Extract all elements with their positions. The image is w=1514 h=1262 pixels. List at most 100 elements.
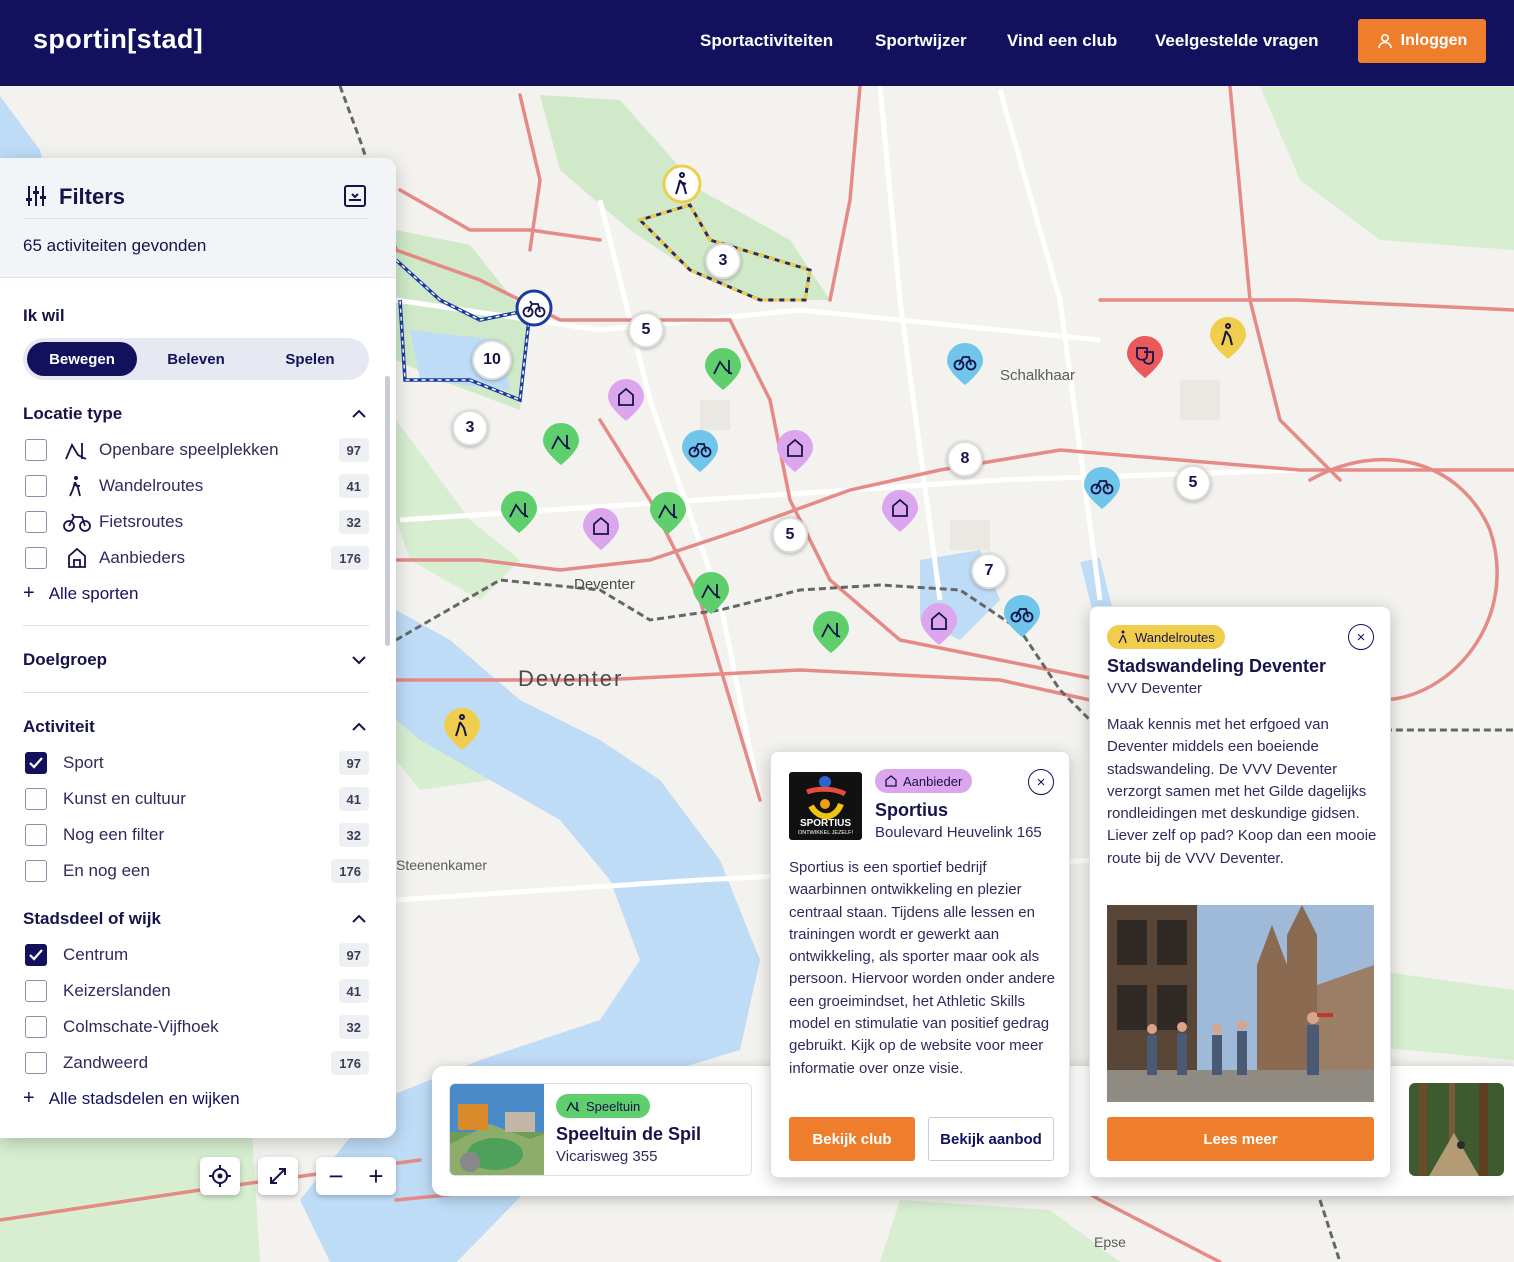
count-badge: 176 xyxy=(331,1051,369,1075)
divider xyxy=(23,692,369,693)
count-badge: 41 xyxy=(338,474,369,498)
checkbox[interactable] xyxy=(25,788,47,810)
checkbox-checked[interactable] xyxy=(25,752,47,774)
filter-aanbieders[interactable]: Aanbieders 176 xyxy=(23,544,369,572)
close-popup-button[interactable]: × xyxy=(1348,624,1374,650)
checkbox[interactable] xyxy=(25,1052,47,1074)
all-sports-link[interactable]: + Alle sporten xyxy=(23,582,138,605)
tag-label: Wandelroutes xyxy=(1135,629,1215,645)
cluster-marker[interactable]: 5 xyxy=(628,312,664,348)
login-button[interactable]: Inloggen xyxy=(1358,19,1486,63)
count-badge: 97 xyxy=(338,943,369,967)
chevron-up-icon[interactable] xyxy=(352,407,366,421)
popup-title: Sportius xyxy=(875,800,949,820)
doelgroep-heading[interactable]: Doelgroep xyxy=(23,650,107,670)
filter-kunst-en-cultuur[interactable]: Kunst en cultuur 41 xyxy=(23,785,369,813)
popup-title: Stadswandeling Deventer xyxy=(1107,656,1327,676)
checkmark-icon xyxy=(29,757,43,769)
nav-vind-een-club[interactable]: Vind een club xyxy=(1007,31,1117,51)
filter-zandweerd[interactable]: Zandweerd 176 xyxy=(23,1049,369,1077)
zoom-out-button[interactable]: − xyxy=(328,1163,343,1189)
fullscreen-button[interactable] xyxy=(258,1157,298,1195)
bekijk-aanbod-button[interactable]: Bekijk aanbod xyxy=(928,1117,1054,1161)
nav-sportwijzer[interactable]: Sportwijzer xyxy=(875,31,967,51)
checkbox-checked[interactable] xyxy=(25,944,47,966)
tab-beleven[interactable]: Beleven xyxy=(141,342,251,376)
tab-spelen[interactable]: Spelen xyxy=(255,342,365,376)
plus-icon: + xyxy=(23,1087,35,1109)
count-badge: 176 xyxy=(331,546,369,570)
cluster-marker[interactable]: 3 xyxy=(452,410,488,446)
cluster-marker[interactable]: 5 xyxy=(1175,465,1211,501)
count-badge: 32 xyxy=(338,823,369,847)
lees-meer-button[interactable]: Lees meer xyxy=(1107,1117,1374,1161)
all-districts-link[interactable]: + Alle stadsdelen en wijken xyxy=(23,1087,240,1110)
place-label-epse: Epse xyxy=(1094,1234,1126,1250)
cluster-marker[interactable]: 10 xyxy=(472,340,512,380)
result-card-speeltuin[interactable]: Speeltuin Speeltuin de Spil Vicarisweg 3… xyxy=(449,1083,752,1176)
all-sports-label: Alle sporten xyxy=(48,584,139,603)
zoom-in-button[interactable]: + xyxy=(368,1163,383,1189)
popup-stadswandeling: Wandelroutes × Stadswandeling Deventer V… xyxy=(1089,606,1391,1178)
filter-en-nog-een[interactable]: En nog een 176 xyxy=(23,857,369,885)
chevron-up-icon[interactable] xyxy=(352,720,366,734)
mode-segmented-control: Bewegen Beleven Spelen xyxy=(23,338,369,380)
activiteit-heading[interactable]: Activiteit xyxy=(23,717,95,737)
filter-sport[interactable]: Sport 97 xyxy=(23,749,369,777)
checkbox[interactable] xyxy=(25,547,47,569)
walking-icon xyxy=(1118,630,1127,644)
filter-keizerslanden[interactable]: Keizerslanden 41 xyxy=(23,977,369,1005)
cluster-marker[interactable]: 3 xyxy=(705,243,741,279)
cluster-marker[interactable]: 8 xyxy=(947,441,983,477)
filter-wandelroutes[interactable]: Wandelroutes 41 xyxy=(23,472,369,500)
close-popup-button[interactable]: × xyxy=(1028,769,1054,795)
logo-subtext: ONTWIKKEL JEZELF! xyxy=(797,830,854,836)
card-address: Vicarisweg 355 xyxy=(556,1148,658,1165)
nav-sportactiviteiten[interactable]: Sportactiviteiten xyxy=(700,31,833,51)
filter-centrum[interactable]: Centrum 97 xyxy=(23,941,369,969)
filter-label: Openbare speelplekken xyxy=(99,440,279,459)
divider xyxy=(23,218,369,219)
checkbox[interactable] xyxy=(25,475,47,497)
filter-colmschate-vijfhoek[interactable]: Colmschate-Vijfhoek 32 xyxy=(23,1013,369,1041)
logo-text: SPORTIUS xyxy=(799,818,852,829)
tab-bewegen[interactable]: Bewegen xyxy=(27,342,137,376)
cluster-marker[interactable]: 7 xyxy=(971,553,1007,589)
stadsdeel-heading[interactable]: Stadsdeel of wijk xyxy=(23,909,161,929)
filters-title: Filters xyxy=(59,184,126,209)
checkbox[interactable] xyxy=(25,860,47,882)
filter-label: Sport xyxy=(63,753,104,772)
tag-aanbieder: Aanbieder xyxy=(875,769,973,793)
count-badge: 97 xyxy=(338,751,369,775)
locatie-type-heading[interactable]: Locatie type xyxy=(23,404,122,424)
checkbox[interactable] xyxy=(25,511,47,533)
zoom-controls: − + xyxy=(316,1157,396,1195)
bekijk-club-button[interactable]: Bekijk club xyxy=(789,1117,915,1161)
chevron-down-icon[interactable] xyxy=(352,653,366,667)
tag-label: Speeltuin xyxy=(586,1098,641,1114)
collapse-panel-icon[interactable] xyxy=(344,185,366,207)
panel-scrollbar[interactable] xyxy=(385,376,390,646)
ik-wil-label: Ik wil xyxy=(23,306,65,325)
checkbox[interactable] xyxy=(25,439,47,461)
forest-photo xyxy=(1409,1083,1504,1176)
filter-nog-een-filter[interactable]: Nog een filter 32 xyxy=(23,821,369,849)
filter-openbare-speelplekken[interactable]: Openbare speelplekken 97 xyxy=(23,436,369,464)
checkbox[interactable] xyxy=(25,824,47,846)
sportinstad-logo[interactable]: sportin[stad] xyxy=(33,24,203,55)
count-badge: 41 xyxy=(338,979,369,1003)
checkbox[interactable] xyxy=(25,980,47,1002)
checkbox[interactable] xyxy=(25,1016,47,1038)
login-label: Inloggen xyxy=(1400,32,1468,49)
close-icon: × xyxy=(1036,773,1046,791)
locate-me-button[interactable] xyxy=(200,1157,240,1195)
walking-icon xyxy=(69,476,81,497)
filters-header: Filters 65 activiteiten gevonden xyxy=(0,158,396,278)
filter-fietsroutes[interactable]: Fietsroutes 32 xyxy=(23,508,369,536)
nav-veelgestelde-vragen[interactable]: Veelgestelde vragen xyxy=(1155,31,1318,51)
filter-label: Kunst en cultuur xyxy=(63,789,186,808)
checkmark-icon xyxy=(29,949,43,961)
speeltuin-photo xyxy=(450,1084,544,1175)
chevron-up-icon[interactable] xyxy=(352,912,366,926)
cluster-marker[interactable]: 5 xyxy=(772,517,808,553)
